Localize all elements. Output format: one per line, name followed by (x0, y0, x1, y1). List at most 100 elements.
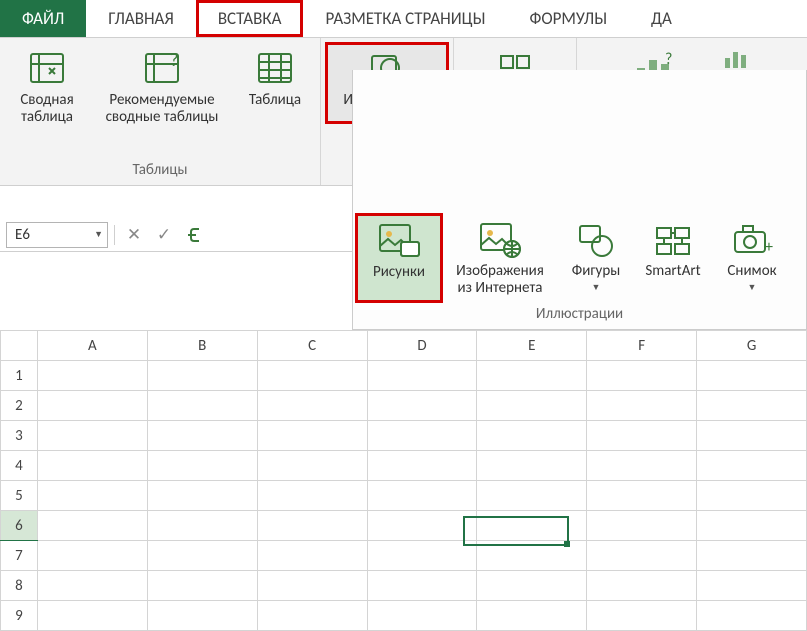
cell[interactable] (587, 571, 697, 601)
cell[interactable] (367, 361, 477, 391)
pictures-button[interactable]: Рисунки (357, 215, 441, 302)
row-header[interactable]: 6 (1, 511, 38, 541)
name-box[interactable]: E6 ▼ (6, 222, 108, 248)
cell[interactable] (587, 481, 697, 511)
column-header[interactable]: F (587, 331, 697, 361)
cell[interactable] (257, 601, 367, 631)
cell[interactable] (587, 451, 697, 481)
recommended-pivot-button[interactable]: ? Рекомендуемыесводные таблицы (88, 44, 236, 129)
cell[interactable] (477, 571, 587, 601)
cell[interactable] (147, 421, 257, 451)
cell[interactable] (697, 361, 807, 391)
cell[interactable] (697, 421, 807, 451)
row-header[interactable]: 1 (1, 361, 38, 391)
cell[interactable] (697, 391, 807, 421)
row-header[interactable]: 5 (1, 481, 38, 511)
column-header[interactable]: D (367, 331, 477, 361)
cell[interactable] (587, 511, 697, 541)
cell[interactable] (257, 451, 367, 481)
cell[interactable] (257, 511, 367, 541)
row-header[interactable]: 4 (1, 451, 38, 481)
cell[interactable] (257, 421, 367, 451)
cell[interactable] (587, 601, 697, 631)
cell[interactable] (477, 601, 587, 631)
row-header[interactable]: 9 (1, 601, 38, 631)
column-header[interactable]: A (37, 331, 147, 361)
cell[interactable] (147, 361, 257, 391)
cell[interactable] (147, 391, 257, 421)
insert-function-button[interactable] (181, 222, 207, 248)
row-header[interactable]: 7 (1, 541, 38, 571)
cell[interactable] (697, 601, 807, 631)
enter-button[interactable]: ✓ (151, 222, 177, 248)
cell[interactable] (697, 481, 807, 511)
tab-home[interactable]: ГЛАВНАЯ (86, 0, 196, 37)
cell[interactable] (367, 481, 477, 511)
cell[interactable] (37, 601, 147, 631)
tab-data[interactable]: ДА (629, 0, 676, 37)
column-header[interactable]: E (477, 331, 587, 361)
cell[interactable] (257, 391, 367, 421)
cell[interactable] (477, 361, 587, 391)
cell[interactable] (147, 511, 257, 541)
cell[interactable] (697, 571, 807, 601)
cell[interactable] (147, 571, 257, 601)
cell[interactable] (37, 541, 147, 571)
row-header[interactable]: 8 (1, 571, 38, 601)
cell[interactable] (147, 601, 257, 631)
cell[interactable] (367, 511, 477, 541)
select-all-corner[interactable] (1, 331, 38, 361)
spreadsheet-grid[interactable]: A B C D E F G 123456789 (0, 330, 807, 631)
online-pictures-button[interactable]: Изображенияиз Интернета (441, 215, 559, 302)
cell[interactable] (257, 481, 367, 511)
cell[interactable] (477, 541, 587, 571)
smartart-button[interactable]: SmartArt (633, 215, 713, 302)
tab-insert[interactable]: ВСТАВКА (196, 0, 304, 37)
row-header[interactable]: 3 (1, 421, 38, 451)
cell[interactable] (147, 451, 257, 481)
cell[interactable] (477, 391, 587, 421)
pivot-table-button[interactable]: Своднаятаблица (6, 44, 88, 129)
cell[interactable] (37, 361, 147, 391)
cell[interactable] (587, 361, 697, 391)
shapes-button[interactable]: Фигуры ▼ (559, 215, 633, 302)
cell[interactable] (477, 451, 587, 481)
row-header[interactable]: 2 (1, 391, 38, 421)
screenshot-button[interactable]: + Снимок ▼ (713, 215, 791, 302)
cell[interactable] (257, 541, 367, 571)
cell[interactable] (587, 421, 697, 451)
cell[interactable] (477, 421, 587, 451)
table-button[interactable]: Таблица (236, 44, 314, 111)
cell[interactable] (477, 511, 587, 541)
cell[interactable] (37, 421, 147, 451)
cell[interactable] (147, 541, 257, 571)
cell[interactable] (37, 571, 147, 601)
cell[interactable] (367, 541, 477, 571)
cell[interactable] (697, 511, 807, 541)
cell[interactable] (37, 391, 147, 421)
cell[interactable] (587, 541, 697, 571)
cell[interactable] (37, 451, 147, 481)
column-header[interactable]: B (147, 331, 257, 361)
cancel-button[interactable]: ✕ (121, 222, 147, 248)
cell[interactable] (37, 511, 147, 541)
cell[interactable] (147, 481, 257, 511)
column-header[interactable]: G (697, 331, 807, 361)
chevron-down-icon[interactable]: ▼ (94, 229, 103, 240)
cell[interactable] (257, 571, 367, 601)
cell[interactable] (697, 451, 807, 481)
column-header[interactable]: C (257, 331, 367, 361)
cell[interactable] (257, 361, 367, 391)
cell[interactable] (477, 481, 587, 511)
tab-file[interactable]: ФАЙЛ (0, 0, 86, 37)
cell[interactable] (587, 391, 697, 421)
cell[interactable] (367, 571, 477, 601)
cell[interactable] (37, 481, 147, 511)
cell[interactable] (697, 541, 807, 571)
cell[interactable] (367, 601, 477, 631)
tab-formulas[interactable]: ФОРМУЛЫ (507, 0, 629, 37)
cell[interactable] (367, 451, 477, 481)
cell[interactable] (367, 391, 477, 421)
tab-page-layout[interactable]: РАЗМЕТКА СТРАНИЦЫ (303, 0, 507, 37)
cell[interactable] (367, 421, 477, 451)
